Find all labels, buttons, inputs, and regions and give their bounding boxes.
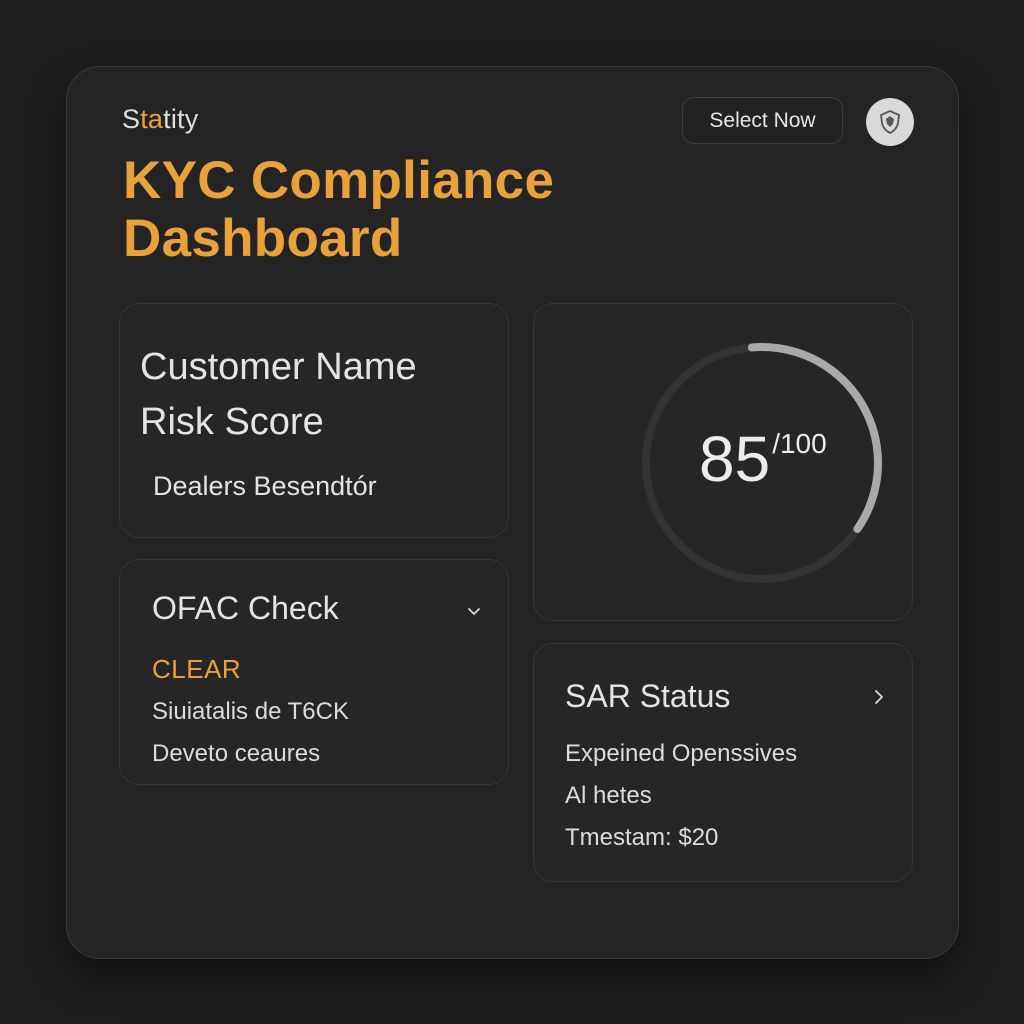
- risk-score-gauge-card: 85/100: [533, 303, 913, 621]
- chevron-right-icon[interactable]: [873, 688, 885, 706]
- select-now-button[interactable]: Select Now: [682, 97, 843, 144]
- risk-score-value: 85/100: [699, 423, 827, 495]
- ofac-status-badge: CLEAR: [152, 654, 242, 684]
- sar-timestamp: Tmestam: $20: [565, 824, 719, 851]
- sar-detail-line: Expeined Openssives: [565, 740, 798, 767]
- brand-logo: Statity: [122, 104, 199, 134]
- shield-icon: [880, 110, 900, 135]
- ofac-check-title: OFAC Check: [152, 590, 339, 626]
- sar-status-title: SAR Status: [565, 678, 731, 714]
- customer-card-heading: Customer Name Risk Score: [140, 346, 417, 443]
- customer-risk-card: Customer Name Risk Score Dealers Besendt…: [119, 303, 509, 538]
- chevron-down-icon[interactable]: [466, 606, 482, 618]
- page-title: KYC Compliance Dashboard: [123, 151, 555, 268]
- sar-status-card[interactable]: SAR Status Expeined Openssives Al hetes …: [533, 643, 913, 882]
- customer-name: Dealers Besendtór: [153, 471, 377, 501]
- ofac-check-card[interactable]: OFAC Check CLEAR Siuiatalis de T6CK Deve…: [119, 559, 509, 785]
- ofac-detail-line: Deveto ceaures: [152, 740, 321, 767]
- sar-detail-line: Al hetes: [565, 782, 652, 809]
- ofac-detail-line: Siuiatalis de T6CK: [152, 698, 349, 725]
- avatar[interactable]: [866, 98, 914, 146]
